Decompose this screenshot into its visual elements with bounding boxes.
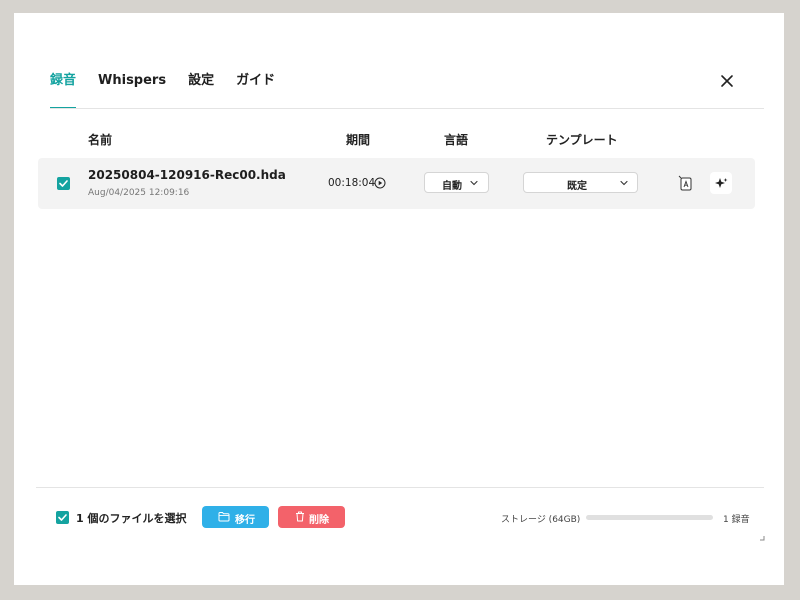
ai-summary-button[interactable]	[710, 172, 732, 194]
transcribe-button[interactable]	[675, 172, 697, 194]
language-select[interactable]: 自動	[424, 172, 489, 193]
tab-bar: 録音 Whispers 設定 ガイド	[50, 73, 297, 109]
footer-divider	[36, 487, 764, 488]
row-checkbox[interactable]	[57, 177, 70, 190]
duration-value: 00:18:04	[328, 177, 376, 189]
template-value: 既定	[567, 181, 587, 192]
column-header-duration: 期間	[346, 133, 371, 147]
close-button[interactable]	[717, 71, 737, 91]
delete-button[interactable]: 削除	[278, 506, 345, 528]
play-circle-icon[interactable]	[374, 177, 386, 189]
selection-count-text: 1 個のファイルを選択	[76, 512, 187, 525]
storage-progress-bar	[586, 515, 713, 520]
resize-grip-icon[interactable]	[759, 535, 765, 541]
close-icon	[721, 75, 733, 87]
delete-button-label: 削除	[309, 515, 329, 526]
sparkle-icon	[715, 178, 728, 188]
chevron-down-icon	[620, 180, 628, 186]
check-icon	[59, 180, 68, 187]
tab-guide[interactable]: ガイド	[236, 73, 275, 109]
chevron-down-icon	[470, 180, 478, 186]
move-button-label: 移行	[235, 515, 255, 526]
recording-count: 1 録音	[723, 515, 750, 525]
tab-recordings[interactable]: 録音	[50, 73, 77, 109]
tab-settings[interactable]: 設定	[188, 73, 214, 109]
folder-icon	[218, 512, 230, 522]
document-a-icon	[678, 175, 692, 191]
storage-label: ストレージ (64GB)	[501, 515, 581, 525]
language-value: 自動	[442, 181, 462, 192]
column-header-template: テンプレート	[546, 133, 618, 147]
trash-icon	[296, 511, 304, 522]
tab-whispers[interactable]: Whispers	[98, 73, 166, 109]
app-window: 録音 Whispers 設定 ガイド 名前 期間 言語 テンプレート 20250…	[14, 13, 784, 585]
recording-row[interactable]: 20250804-120916-Rec00.hda Aug/04/2025 12…	[38, 158, 755, 209]
header-divider	[50, 108, 764, 109]
select-all-checkbox[interactable]	[56, 511, 69, 524]
template-select[interactable]: 既定	[523, 172, 638, 193]
move-button[interactable]: 移行	[202, 506, 269, 528]
column-header-name: 名前	[88, 133, 113, 147]
file-name[interactable]: 20250804-120916-Rec00.hda	[88, 168, 286, 182]
file-date: Aug/04/2025 12:09:16	[88, 188, 190, 198]
column-header-language: 言語	[444, 133, 469, 147]
check-icon	[58, 514, 67, 521]
